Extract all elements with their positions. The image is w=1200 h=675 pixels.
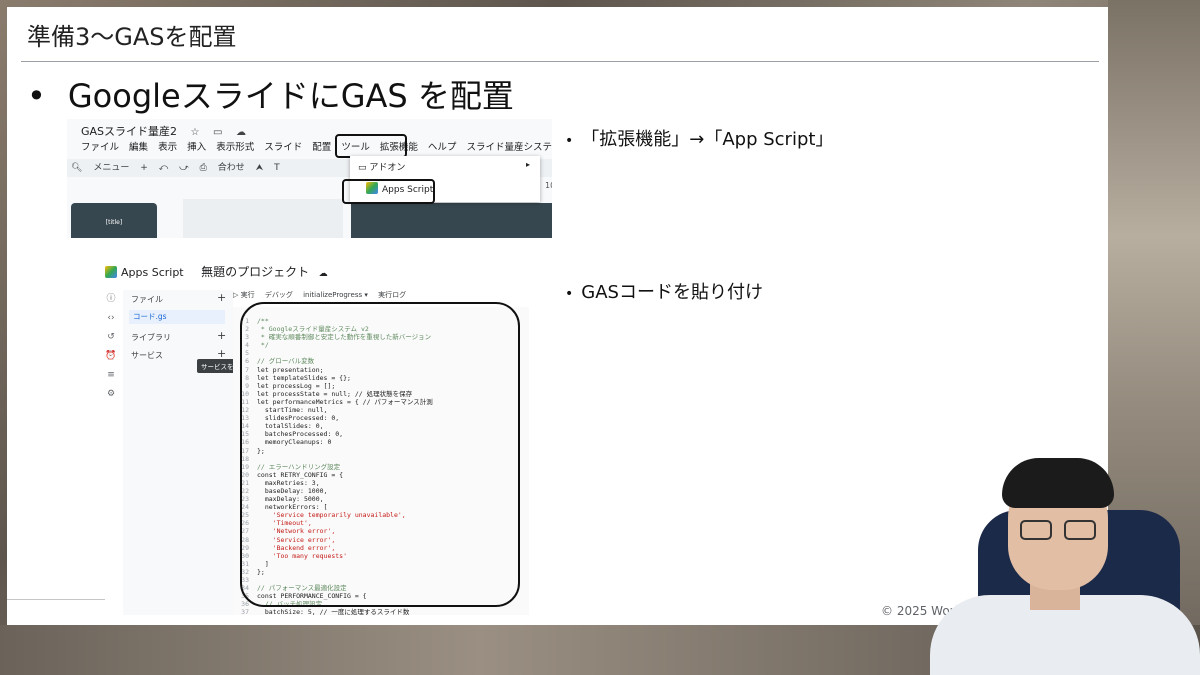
clock-icon: ⏰ [105, 351, 117, 361]
gs-menu-item: 配置 [312, 142, 332, 153]
bullet-text: GASコードを貼り付け [581, 282, 763, 303]
code-line: batchSize: 5, // 一度に処理するスライド数 [257, 608, 410, 615]
gs-toolbar-item: 合わせ [217, 163, 245, 173]
apps-script-highlight-box [342, 179, 435, 204]
gs-toolbar-item: + [140, 163, 148, 173]
gs-toolbar-item: ⎙ [199, 163, 207, 173]
glasses-lens-left [1020, 520, 1052, 540]
as-app-name: Apps Script [121, 266, 184, 279]
line-number: 37 [241, 608, 249, 615]
services-label: サービス [131, 351, 163, 360]
as-project-name: 無題のプロジェクト [201, 265, 310, 279]
gs-slide-preview [351, 203, 552, 238]
folder-icon: ▭ [213, 127, 223, 138]
extensions-highlight-box [335, 134, 407, 158]
submenu-arrow-icon: ▸ [525, 160, 530, 169]
gs-toolbar-item: ⮝ [255, 163, 264, 173]
gs-title-bar: GASスライド量産2 ☆ ▭ ☁ [81, 123, 246, 139]
gs-slide-thumbnail: [title] [71, 203, 157, 238]
addon-label: アドオン [369, 163, 406, 173]
bullet-extension-menu: • 「拡張機能」→「App Script」 [565, 125, 833, 151]
presentation-slide: 準備3～GASを配置 • GoogleスライドにGAS を配置 • 「拡張機能」→「… [7, 7, 1108, 625]
cloud-icon: ☁ [318, 269, 328, 279]
files-label: ファイル [131, 295, 163, 304]
as-toolbar-item: デバッグ [264, 291, 293, 299]
add-library-icon: + [217, 329, 227, 342]
bullet-paste-code: • GASコードを貼り付け [565, 278, 763, 304]
bullet-dot-icon: • [565, 133, 574, 149]
gs-menu-item: スライド [264, 142, 303, 153]
gs-canvas [183, 199, 343, 238]
info-icon: ⓘ [106, 294, 116, 304]
star-icon: ☆ [190, 127, 200, 138]
as-side-rail: ⓘ ‹› ↺ ⏰ ≡ ⚙ [99, 290, 123, 615]
title-divider [21, 61, 1099, 62]
gs-menu-item: ヘルプ [427, 142, 457, 153]
slide-title: 準備3～GASを配置 [27, 23, 237, 51]
bullet-dot-icon: • [565, 286, 574, 302]
gs-menu-item: スライド量産システムv2 [466, 142, 552, 153]
gs-menu-item: 編集 [129, 142, 149, 153]
main-bullet: • GoogleスライドにGAS を配置 [27, 71, 514, 117]
as-toolbar-item: ▷ 実行 [233, 291, 255, 299]
history-icon: ↺ [107, 332, 115, 342]
code-highlight-outline [240, 302, 520, 607]
gs-toolbar-item: T [274, 163, 280, 173]
footer-divider [7, 599, 105, 600]
search-icon: 🔍︎ [71, 163, 83, 173]
as-toolbar-item: initializeProgress ▾ [303, 291, 368, 299]
glasses-lens-right [1064, 520, 1096, 540]
gs-menu-item: 表示 [158, 142, 178, 153]
libraries-label: ライブラリ [131, 333, 171, 342]
gs-menu-bar: ファイル 編集 表示 挿入 表示形式 スライド 配置 ツール 拡張機能 ヘルプ … [81, 139, 552, 153]
line-number: 36 [241, 600, 249, 609]
code-icon: ‹› [107, 313, 115, 323]
file-code-gs: コード.gs [129, 310, 225, 324]
apps-script-logo-icon [105, 266, 117, 278]
presenter-glasses [1020, 520, 1098, 542]
as-header: Apps Script 無題のプロジェクト ☁ [105, 263, 328, 280]
main-bullet-text: GoogleスライドにGAS を配置 [67, 77, 514, 115]
gs-toolbar-item: ⤻ [179, 163, 189, 173]
gs-menu-item: 挿入 [187, 142, 207, 153]
gs-menu-item: ファイル [81, 142, 120, 153]
gs-toolbar-item: メニュー [93, 163, 130, 173]
gs-thumb-label: [title] [105, 219, 123, 226]
add-file-icon: + [217, 291, 227, 304]
addon-icon: ▭ [358, 163, 370, 173]
gs-toolbar-item: ⤺ [158, 163, 169, 173]
as-toolbar-item: 実行ログ [378, 291, 407, 299]
presenter-hair [1002, 458, 1114, 508]
gs-menu-item: 表示形式 [216, 142, 255, 153]
google-slides-screenshot: GASスライド量産2 ☆ ▭ ☁ ファイル 編集 表示 挿入 表示形式 スライド… [67, 119, 552, 238]
as-file-panel: ファイル + コード.gs ライブラリ + サービス + [123, 290, 233, 615]
dropdown-item-addons: ▭ アドオン [358, 160, 405, 173]
gs-ruler-mark: 10 [545, 181, 552, 190]
gs-doc-title: GASスライド量産2 [81, 125, 178, 138]
settings-icon: ⚙ [106, 389, 116, 399]
bullet-dot-icon: • [27, 77, 46, 115]
bullet-text: 「拡張機能」→「App Script」 [581, 129, 834, 150]
executions-icon: ≡ [107, 370, 115, 380]
cloud-icon: ☁ [235, 127, 246, 138]
